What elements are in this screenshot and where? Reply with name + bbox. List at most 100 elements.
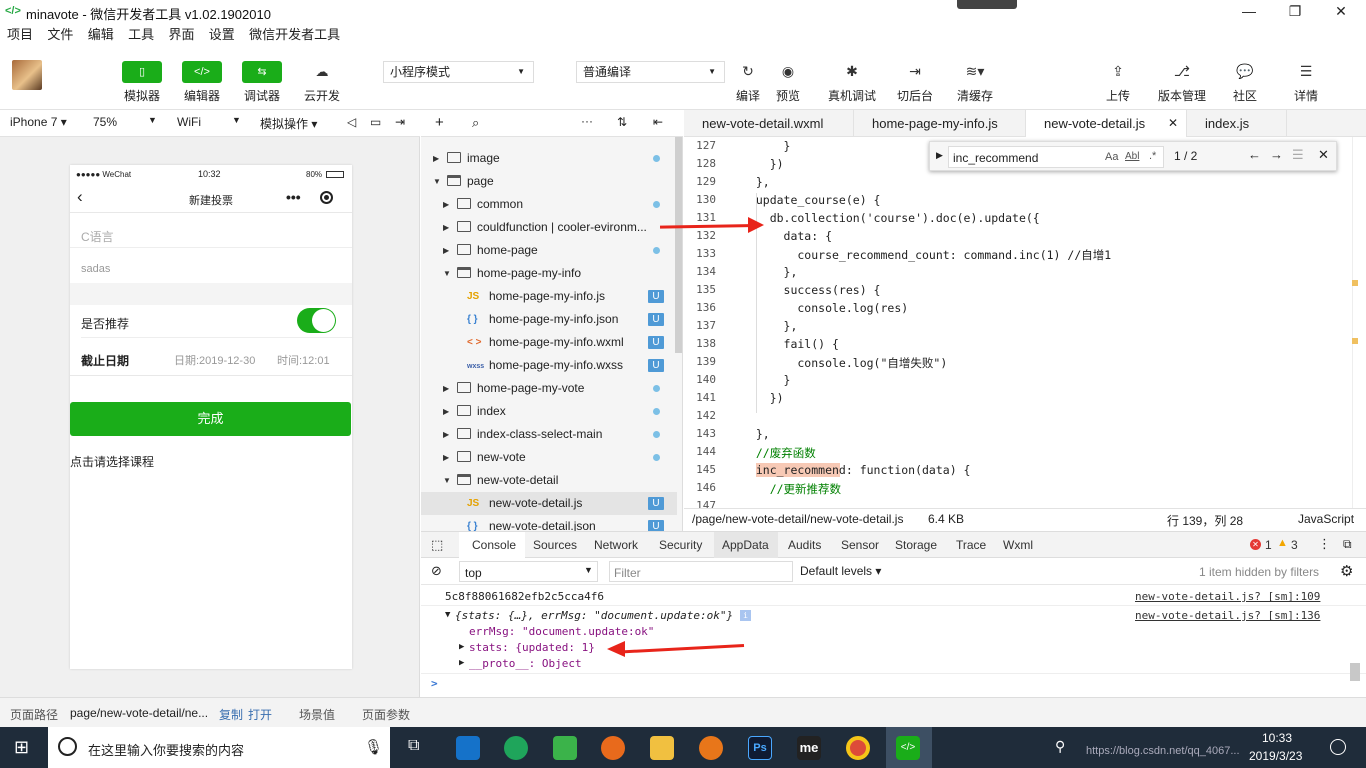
folder-icon[interactable] (650, 736, 674, 760)
expand-triangle-icon[interactable]: ▼ (445, 610, 450, 620)
microphone-icon[interactable]: 🎙 (364, 738, 383, 756)
volume-icon[interactable]: ◁ (347, 115, 356, 129)
tree-item[interactable]: JS new-vote-detail.js U (421, 492, 677, 515)
language-mode[interactable]: JavaScript (1298, 512, 1354, 526)
more-vertical-icon[interactable]: ⋮ (1318, 536, 1331, 552)
window-handle[interactable] (957, 0, 1017, 9)
dock-icon[interactable]: ⧉ (1343, 537, 1352, 552)
selection-icon[interactable]: ☰ (1292, 147, 1304, 163)
chevron-right-icon[interactable]: ▶ (443, 193, 449, 216)
eye-icon[interactable]: ◉ (778, 63, 798, 80)
tree-item[interactable]: ▶ index-class-select-main (421, 423, 677, 446)
error-count[interactable]: 1 (1265, 538, 1272, 552)
tree-item[interactable]: ▶ common (421, 193, 677, 216)
tree-item[interactable]: ▶ image (421, 147, 677, 170)
upload-button-label[interactable]: 上传 (1098, 87, 1138, 104)
cloud-icon[interactable]: ☁ (302, 61, 342, 83)
editor-button-label[interactable]: 编辑器 (172, 87, 232, 104)
task-view-icon[interactable]: ⧉ (408, 737, 419, 755)
copy-link[interactable]: 复制 (219, 706, 243, 723)
tab-trace[interactable]: Trace (956, 538, 986, 552)
page-params-button[interactable]: 页面参数 (362, 706, 410, 723)
clock-date[interactable]: 2019/3/23 (1249, 749, 1302, 763)
code-editor[interactable]: 127 } 128 }) 129 }, 130 update_course(e) {1… (684, 137, 1366, 508)
tab-new-vote-detail-wxml[interactable]: new-vote-detail.wxml (684, 110, 854, 137)
wechat-icon[interactable] (553, 736, 577, 760)
console-proto[interactable]: __proto__: Object (469, 657, 582, 670)
collapse-sidebar-icon[interactable]: ⇤ (653, 115, 663, 129)
tree-item[interactable]: ▶ home-page-my-vote (421, 377, 677, 400)
tab-wxml[interactable]: Wxml (1003, 538, 1033, 552)
menu-tools[interactable]: 工具 (128, 24, 154, 46)
expand-triangle-icon[interactable]: ▶ (459, 658, 464, 668)
upload-icon[interactable]: ⇪ (1108, 63, 1128, 80)
minimize-button[interactable]: — (1226, 0, 1272, 24)
menu-view[interactable]: 界面 (168, 24, 194, 46)
chevron-down-icon[interactable]: ▼ (443, 469, 451, 492)
preview-button-label[interactable]: 预览 (768, 87, 808, 104)
bug-icon[interactable]: ✱ (842, 63, 862, 80)
tab-console[interactable]: Console (472, 538, 516, 552)
debugger-button-label[interactable]: 调试器 (232, 87, 292, 104)
windows-start-icon[interactable]: ⊞ (14, 737, 29, 758)
info-icon[interactable]: i (740, 610, 751, 621)
clear-cache-button-label[interactable]: 清缓存 (950, 87, 1000, 104)
zoom-select[interactable]: 75% (93, 115, 117, 129)
debugger-icon[interactable]: ⇆ (242, 61, 282, 83)
add-icon[interactable]: + (435, 114, 444, 131)
chevron-right-icon[interactable]: ▶ (443, 216, 449, 239)
community-button-label[interactable]: 社区 (1225, 87, 1265, 104)
context-select[interactable]: top ▼ (459, 561, 598, 582)
restore-button[interactable]: ❐ (1272, 0, 1318, 24)
tab-sensor[interactable]: Sensor (841, 538, 879, 552)
date-picker[interactable]: 日期:2019-12-30 (174, 352, 255, 368)
open-link[interactable]: 打开 (248, 706, 272, 723)
tree-item[interactable]: ▶ couldfunction | cooler-evironm... (421, 216, 677, 239)
device-select[interactable]: iPhone 7 ▾ (10, 115, 67, 129)
match-case-toggle[interactable]: Aa (1105, 151, 1118, 163)
menu-file[interactable]: 文件 (47, 24, 73, 46)
close-window-button[interactable]: ✕ (1318, 0, 1364, 24)
arrow-right-icon[interactable]: → (1270, 147, 1283, 162)
scene-button[interactable]: 场景值 (299, 706, 335, 723)
recommend-toggle[interactable] (297, 308, 336, 333)
source-link[interactable]: new-vote-detail.js? [sm]:109 (1135, 590, 1320, 603)
simulator-icon[interactable]: ▯ (122, 61, 162, 83)
tree-item[interactable]: ▼ home-page-my-info (421, 262, 677, 285)
photoshop-icon[interactable]: Ps (748, 736, 772, 760)
tab-storage[interactable]: Storage (895, 538, 937, 552)
editor-icon[interactable]: </> (182, 61, 222, 83)
close-circle-icon[interactable] (320, 191, 333, 204)
more-dots-icon[interactable]: ••• (286, 189, 301, 205)
refresh-icon[interactable]: ↻ (738, 63, 758, 80)
tab-sources[interactable]: Sources (533, 538, 577, 552)
chevron-right-icon[interactable]: ▶ (443, 446, 449, 469)
tree-item[interactable]: ▼ page (421, 170, 677, 193)
chevron-down-icon[interactable]: ▼ (443, 262, 451, 285)
arrow-left-icon[interactable]: ← (1248, 147, 1261, 162)
chevron-right-icon[interactable]: ▶ (443, 423, 449, 446)
browser-icon[interactable] (504, 736, 528, 760)
menu-wechat-devtools[interactable]: 微信开发者工具 (249, 24, 340, 46)
tree-item[interactable]: ▼ new-vote-detail (421, 469, 677, 492)
choose-course-link[interactable]: 点击请选择课程 (70, 453, 154, 470)
inspect-icon[interactable]: ⬚ (431, 537, 443, 553)
chat-bubble-icon[interactable]: 💬 (1235, 63, 1255, 80)
me-app-icon[interactable]: me (797, 736, 821, 760)
network-select[interactable]: WiFi (177, 115, 201, 129)
tab-network[interactable]: Network (594, 538, 638, 552)
time-picker[interactable]: 时间:12:01 (277, 352, 330, 368)
chevron-right-icon[interactable]: ▶ (936, 150, 943, 161)
menu-settings[interactable]: 设置 (209, 24, 235, 46)
clear-console-icon[interactable]: ⊘ (431, 563, 442, 579)
close-icon[interactable]: ✕ (1318, 147, 1329, 163)
search-icon[interactable]: ⌕ (472, 115, 479, 131)
more-dots-icon[interactable]: ··· (581, 114, 593, 128)
menu-project[interactable]: 项目 (7, 24, 33, 46)
chevron-down-icon[interactable]: ▼ (433, 170, 441, 193)
menu-edit[interactable]: 编辑 (88, 24, 114, 46)
scrollbar[interactable] (1350, 663, 1360, 681)
devtools-app-icon[interactable]: </> (896, 736, 920, 760)
tree-item[interactable]: { } new-vote-detail.json U (421, 515, 677, 531)
tab-security[interactable]: Security (659, 538, 702, 552)
